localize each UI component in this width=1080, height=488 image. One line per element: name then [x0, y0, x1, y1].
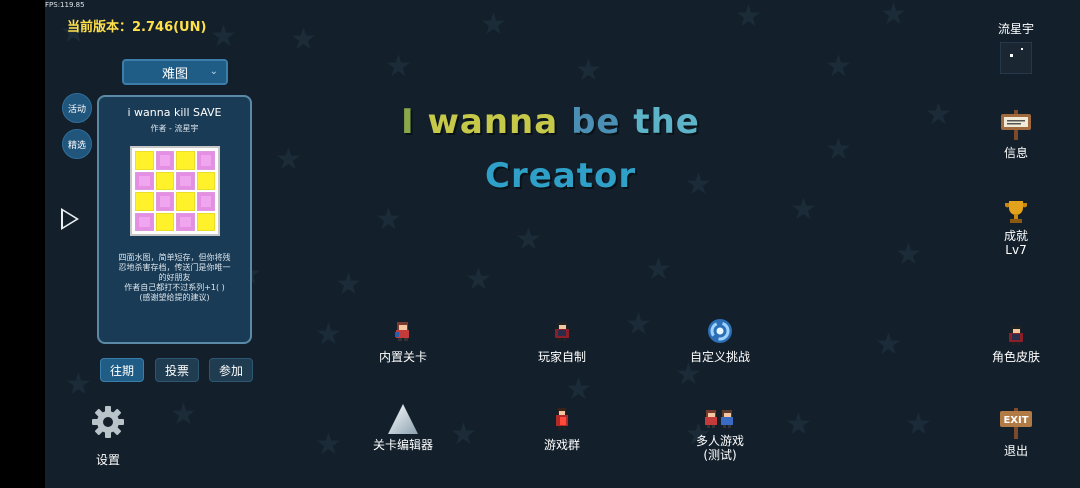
achievements-button[interactable]: 成就 Lv7	[981, 199, 1051, 257]
builtin-levels-button[interactable]: 内置关卡	[343, 316, 463, 364]
game-title-line1: I wanna be the	[401, 102, 700, 142]
tab-vote-label: 投票	[164, 363, 189, 378]
level-author: 作者 - 流星宇	[150, 124, 199, 133]
level-thumbnail	[130, 146, 220, 236]
level-description: 四面水图，简单短存，但你将残 忍地杀害存档，传送门是你唯一 的好朋友 作者自己都…	[105, 253, 244, 303]
difficulty-label: 难图	[161, 66, 188, 82]
avatar	[1000, 42, 1032, 74]
pink-tile	[135, 212, 154, 231]
yellow-tile	[176, 151, 195, 170]
settings-button[interactable]: 设置	[85, 405, 131, 468]
two-kids-icon	[660, 404, 780, 434]
character-skins-button[interactable]: 角色皮肤	[981, 320, 1051, 364]
title-word: be	[571, 102, 621, 142]
yellow-tile	[196, 212, 215, 231]
achievements-label: 成就	[1003, 229, 1028, 243]
user-profile-button[interactable]: 流星宇	[981, 22, 1051, 74]
pink-tile	[176, 212, 195, 231]
title-word: wanna	[427, 102, 559, 142]
exit-sign-text: EXIT	[1003, 415, 1028, 426]
gear-icon	[92, 406, 124, 438]
play-icon[interactable]	[61, 208, 79, 230]
tab-past[interactable]: 往期	[100, 358, 144, 382]
multiplayer-label: 多人游戏 (测试)	[660, 434, 780, 462]
trophy-icon	[1005, 201, 1027, 223]
tab-past-label: 往期	[109, 363, 134, 378]
player-made-label: 玩家自制	[537, 350, 586, 364]
description-line: 四面水图，简单短存，但你将残	[118, 253, 231, 262]
yellow-tile	[155, 171, 174, 190]
tab-vote[interactable]: 投票	[155, 358, 199, 382]
kid-with-book-icon	[502, 404, 622, 434]
pink-tile	[196, 192, 215, 211]
fps-counter: FPS:119.85	[45, 1, 85, 9]
pink-tile	[155, 192, 174, 211]
yellow-tile	[155, 212, 174, 231]
description-line: 的好朋友	[158, 273, 191, 282]
player-level: Lv7	[1005, 243, 1027, 257]
signboard-icon	[1001, 110, 1031, 140]
username-label: 流星宇	[997, 22, 1034, 36]
chevron-down-icon: ⌄	[209, 66, 218, 77]
activity-label: 活动	[67, 104, 86, 115]
description-line: (感谢望给提的建议)	[139, 293, 210, 302]
info-button[interactable]: 信息	[981, 108, 1051, 160]
swirl-portal-icon	[660, 316, 780, 346]
game-group-label: 游戏群	[543, 438, 580, 452]
level-editor-button[interactable]: 关卡编辑器	[343, 404, 463, 452]
yellow-tile	[135, 151, 154, 170]
pink-tile	[196, 151, 215, 170]
spike-triangle-icon	[343, 404, 463, 434]
pink-tile	[176, 171, 195, 190]
exit-button[interactable]: EXIT 退出	[981, 406, 1051, 458]
game-title-line2: Creator	[485, 156, 637, 196]
exit-sign-icon: EXIT	[1000, 408, 1032, 439]
pink-tile	[135, 171, 154, 190]
description-line: 作者自己都打不过系列+1( )	[124, 283, 225, 292]
multiplayer-label-line1: 多人游戏	[695, 434, 744, 448]
title-word: I	[401, 102, 415, 142]
featured-button[interactable]: 精选	[62, 129, 92, 159]
game-group-button[interactable]: 游戏群	[502, 404, 622, 452]
kid-character-icon	[343, 316, 463, 346]
title-word: the	[633, 102, 700, 142]
custom-challenge-button[interactable]: 自定义挑战	[660, 316, 780, 364]
description-line: 忍地杀害存档，传送门是你唯一	[118, 263, 231, 272]
yellow-tile	[176, 192, 195, 211]
player-made-button[interactable]: 玩家自制	[502, 316, 622, 364]
level-editor-label: 关卡编辑器	[372, 438, 433, 452]
pink-tile	[155, 151, 174, 170]
difficulty-dropdown[interactable]: 难图 ⌄	[122, 59, 228, 85]
skin-character-icon	[981, 320, 1051, 350]
activity-button[interactable]: 活动	[62, 93, 92, 123]
tab-join-label: 参加	[218, 363, 243, 378]
tab-join[interactable]: 参加	[209, 358, 253, 382]
settings-label: 设置	[95, 453, 120, 467]
game-screen: ★ ★ ★ ★ ★ ★ ★ ★ ★ ★ ★ ★ ★ ★ ★ ★ ★ ★ ★ ★ …	[45, 0, 1080, 488]
multiplayer-label-line2: (测试)	[703, 448, 737, 462]
version-label: 当前版本：2.746(UN)	[67, 20, 207, 35]
character-skins-label: 角色皮肤	[991, 350, 1040, 364]
yellow-tile	[196, 171, 215, 190]
yellow-tile	[135, 192, 154, 211]
exit-label: 退出	[1003, 444, 1028, 458]
builtin-levels-label: 内置关卡	[378, 350, 427, 364]
info-label: 信息	[1003, 146, 1028, 160]
caped-kid-icon	[502, 316, 622, 346]
level-card[interactable]: i wanna kill SAVE 作者 - 流星宇 四面水图，简单短存，但你将…	[97, 95, 252, 344]
level-title: i wanna kill SAVE	[127, 106, 222, 119]
multiplayer-button[interactable]: 多人游戏 (测试)	[660, 404, 780, 462]
featured-label: 精选	[67, 140, 86, 151]
custom-challenge-label: 自定义挑战	[689, 350, 750, 364]
